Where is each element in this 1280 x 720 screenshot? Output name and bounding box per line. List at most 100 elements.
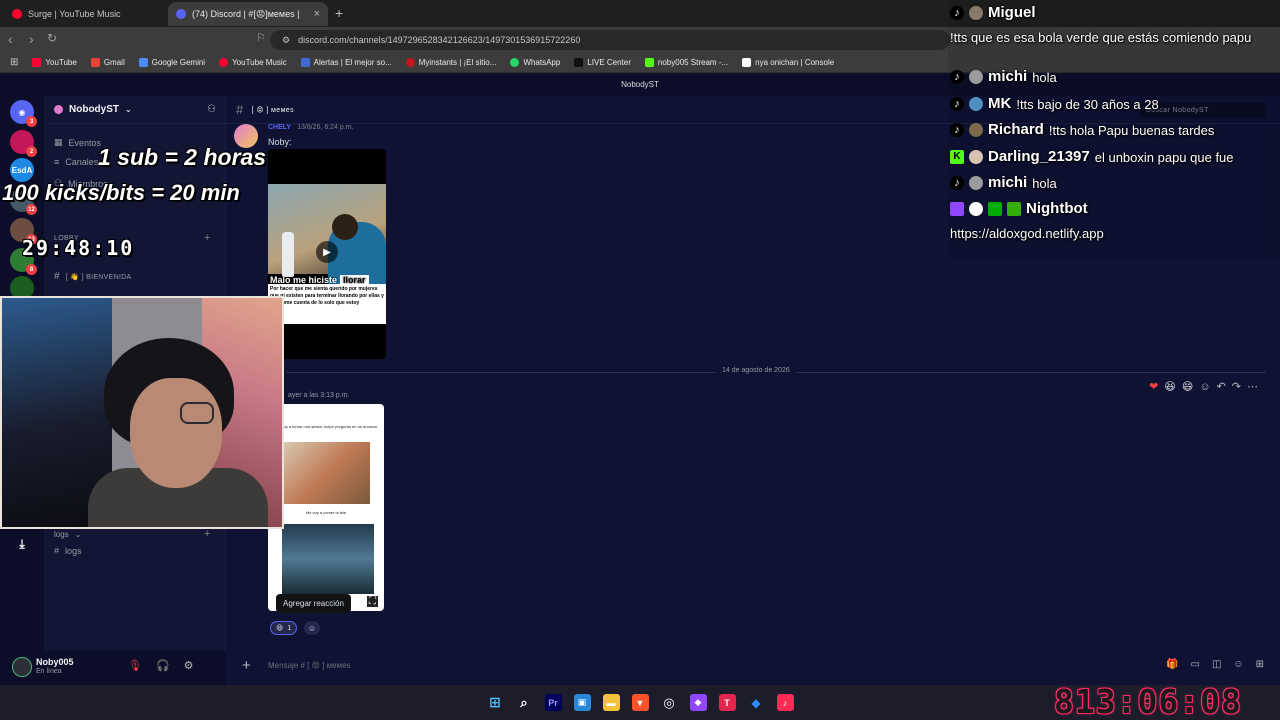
fullscreen-icon[interactable]: ⛶ [367, 596, 378, 607]
site-info-icon[interactable]: ⚙ [282, 35, 290, 46]
chat-line: ♪ Miguel [950, 4, 1036, 21]
address-bar[interactable]: ⚙ discord.com/channels/14972965283421266… [270, 30, 950, 50]
add-reaction-icon[interactable]: ☺ [1199, 381, 1210, 393]
windows-start-icon[interactable]: ⊞ [487, 694, 504, 711]
bookmark-gmail[interactable]: Gmail [90, 58, 125, 67]
tab-youtube-music[interactable]: Surge | YouTube Music [4, 2, 164, 26]
calendar-icon: ▦ [54, 137, 63, 147]
brave-icon[interactable]: ▼ [631, 694, 649, 711]
reload-icon[interactable]: ↻ [47, 31, 57, 45]
chat-line: https://aldoxgod.netlify.app [950, 224, 1104, 241]
direct-messages-icon[interactable]: ◉ 3 [10, 100, 37, 127]
add-attachment-icon[interactable]: + [242, 657, 251, 674]
headphones-icon[interactable]: 🎧 [156, 659, 170, 672]
chat-username: michi [988, 174, 1028, 191]
premiere-icon[interactable]: Pr [544, 694, 562, 711]
tab-title: Surge | YouTube Music [28, 9, 121, 19]
channel-canales[interactable]: ≡ Canales [54, 157, 98, 167]
add-channel-icon[interactable]: + [204, 528, 210, 540]
emoji-icon[interactable]: ☺ [1233, 659, 1243, 670]
bookmark-youtube-music[interactable]: YouTube Music [219, 58, 287, 67]
heart-reaction-icon[interactable]: ❤ [1149, 380, 1158, 393]
obs-icon[interactable]: ◎ [661, 694, 678, 711]
meme-mid-text: Me voy a comer la tele [305, 510, 347, 515]
apps-icon[interactable]: ⊞ [10, 57, 18, 68]
channel-title: [ 😡 ] мемеs [251, 106, 294, 114]
add-reaction-button[interactable]: ☺ [304, 621, 320, 635]
tiktok-icon: ♪ [950, 123, 964, 137]
gmail-icon [90, 58, 100, 67]
bookmark-live-center[interactable]: LIVE Center [574, 58, 631, 67]
gift-icon[interactable]: 🎁 [1166, 659, 1178, 670]
bookmark-kick-stream[interactable]: noby005 Stream -... [644, 58, 728, 67]
channel-logs[interactable]: # logs [54, 546, 82, 556]
search-icon[interactable]: ⌕ [516, 694, 533, 711]
server-esda-icon[interactable]: EsdA [10, 158, 34, 182]
bookmark-icon[interactable]: ⚐ [256, 31, 266, 44]
tab-discord[interactable]: (74) Discord | #[😡]мемеs | Nob × [168, 2, 328, 26]
meme-image-bottom [282, 524, 374, 594]
gif-icon[interactable]: ▭ [1190, 659, 1199, 670]
forward-icon[interactable]: ↷ [1232, 380, 1241, 393]
bookmark-youtube[interactable]: YouTube [32, 58, 77, 67]
forward-icon[interactable]: › [29, 31, 34, 47]
bookmark-gemini[interactable]: Google Gemini [138, 58, 205, 67]
chat-message: https://aldoxgod.netlify.app [950, 226, 1104, 241]
chat-username: MK [988, 95, 1012, 112]
tiktok-icon: ♪ [950, 97, 964, 111]
head-shape [332, 214, 358, 240]
reaction-pill[interactable]: 😆 1 [270, 621, 298, 635]
message-input[interactable]: Mensaje # [ 😡 ] мемеs [268, 661, 350, 670]
new-tab-button[interactable]: + [335, 5, 343, 21]
close-tab-icon[interactable]: × [314, 8, 320, 20]
bookmark-alertas[interactable]: Alertas | El mejor so... [300, 58, 392, 67]
smile-reaction-icon[interactable]: 😄 [1182, 380, 1193, 393]
sticker-icon[interactable]: ◫ [1212, 659, 1221, 670]
server-icon [54, 105, 63, 114]
avatar[interactable] [12, 657, 32, 677]
video-attachment[interactable]: ▶ Malo me hiciste llorar Por hacer que me… [268, 149, 386, 359]
add-reaction-icon: ☺ [307, 623, 317, 633]
server-icon[interactable]: 2 [10, 130, 37, 157]
mute-icon[interactable]: 🎙 [128, 659, 142, 672]
download-icon[interactable]: ⤓ [10, 532, 34, 556]
bookmark-console[interactable]: nya onichan | Console [742, 58, 834, 67]
category-logs[interactable]: logs ⌄ [54, 530, 81, 539]
bookmark-myinstants[interactable]: Myinstants | ¡El sitio... [405, 58, 496, 67]
channel-eventos[interactable]: ▦ Eventos [54, 137, 101, 148]
hash-icon: # [54, 546, 60, 556]
bookmark-label: WhatsApp [523, 58, 561, 67]
meme-image-top [284, 442, 370, 504]
gemini-icon [138, 58, 148, 67]
channel-bienvenida[interactable]: # [ 👋 ] BIENVENIDA [54, 271, 132, 282]
chevron-down-icon: ⌄ [74, 530, 82, 539]
date-label: 14 de agosto de 2026 [716, 367, 796, 374]
message-actions-bar: ❤ 😆 😄 ☺ ↶ ↷ ⋯ [1149, 380, 1258, 394]
bookmark-label: YouTube [45, 58, 77, 67]
back-icon[interactable]: ‹ [8, 31, 13, 47]
app-icon[interactable]: T [718, 694, 736, 711]
reaction-count: 1 [287, 624, 292, 632]
add-member-icon[interactable]: ⚇ [207, 104, 216, 115]
tiktok-live-icon[interactable]: ♪ [776, 694, 794, 711]
more-options-icon[interactable]: ⋯ [1247, 380, 1258, 393]
reaction-emoji: 😆 [276, 625, 284, 632]
bookmark-whatsapp[interactable]: WhatsApp [510, 58, 560, 67]
file-explorer-icon[interactable]: ▬ [602, 694, 620, 711]
chat-message: el unboxin papu que fue [1094, 150, 1234, 165]
laugh-reaction-icon[interactable]: 😆 [1164, 380, 1175, 393]
image-attachment[interactable]: Me voy a tomar una siesta, mejor pregunt… [268, 404, 384, 611]
reply-icon[interactable]: ↶ [1217, 380, 1226, 393]
photos-icon[interactable]: ▣ [573, 694, 591, 711]
app-icon[interactable]: ◆ [748, 694, 765, 711]
play-icon[interactable]: ▶ [316, 241, 338, 263]
apps-icon[interactable]: ⊞ [1256, 659, 1264, 670]
add-channel-icon[interactable]: + [204, 232, 210, 244]
server-header[interactable]: NobodyST ⌄ ⚇ [44, 96, 226, 124]
app-icon[interactable]: ◆ [689, 694, 707, 711]
author-name[interactable]: CHELY [268, 124, 291, 131]
server-name: NobodyST [69, 104, 119, 115]
gear-icon[interactable]: ⚙ [184, 659, 194, 672]
window-title: NobodyST [621, 80, 659, 89]
chat-message: !tts hola Papu buenas tardes [1048, 123, 1215, 138]
